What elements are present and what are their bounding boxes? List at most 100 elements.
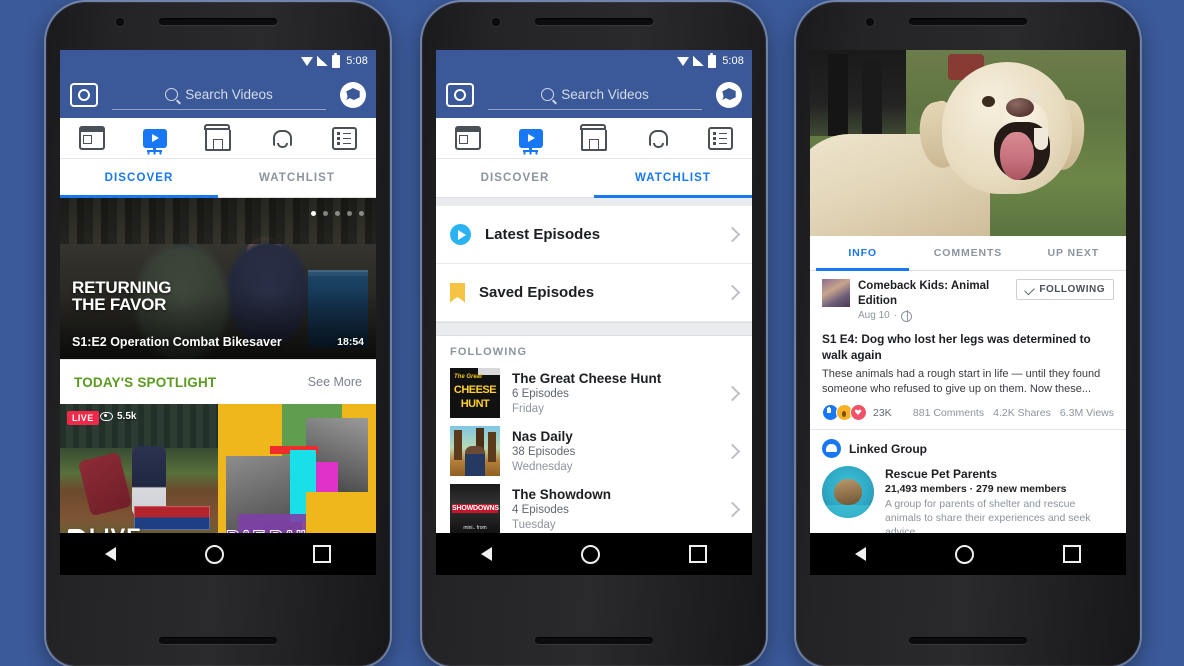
signal-icon — [317, 56, 329, 66]
front-camera-icon — [116, 18, 124, 26]
chevron-right-icon — [724, 385, 741, 401]
circle-home-icon[interactable] — [580, 544, 600, 564]
battery-icon — [332, 52, 341, 68]
comment-count[interactable]: 881 Comments — [913, 407, 984, 419]
square-recents-icon[interactable] — [1063, 545, 1082, 563]
triangle-back-icon[interactable] — [854, 547, 866, 561]
post-stat-group: 881 Comments 4.2K Shares 6.3M Views — [913, 407, 1114, 419]
viewer-count: 5.5k — [100, 411, 136, 422]
globe-icon — [901, 310, 913, 322]
show-art-bottom-text: HUNT — [460, 398, 490, 410]
facebook-header: Search Videos — [60, 72, 376, 118]
reaction-count: 23K — [873, 406, 892, 419]
row-latest-episodes[interactable]: Latest Episodes — [436, 206, 752, 264]
camera-icon[interactable] — [70, 83, 98, 107]
show-list-item[interactable]: Nas Daily 38 Episodes Wednesday — [436, 422, 752, 480]
bottom-speaker — [159, 637, 277, 644]
triangle-back-icon[interactable] — [480, 547, 492, 561]
nav-item-notifications[interactable] — [626, 118, 689, 158]
dog-nose — [1006, 98, 1034, 117]
hero-video-card[interactable]: RETURNING THE FAVOR S1:E2 Operation Comb… — [60, 198, 376, 359]
search-input[interactable]: Search Videos — [112, 81, 326, 110]
carousel-dot[interactable] — [311, 211, 316, 216]
group-name[interactable]: Rescue Pet Parents — [885, 466, 1114, 482]
tab-watchlist[interactable]: WATCHLIST — [594, 159, 752, 198]
show-episode-count: 6 Episodes — [512, 387, 569, 400]
phone-2-screen: 5:08 Search Videos DISCOVER WATCHLIST La… — [436, 50, 752, 575]
primary-nav-bar — [436, 118, 752, 159]
spotlight-header: TODAY'S SPOTLIGHT See More — [60, 359, 376, 404]
carousel-dot[interactable] — [359, 211, 364, 216]
chevron-right-icon — [724, 226, 741, 243]
phone-3-screen: INFO COMMENTS UP NEXT Comeback Kids: Ani… — [810, 50, 1126, 575]
page-avatar[interactable] — [822, 279, 850, 307]
bookmark-icon — [450, 282, 465, 303]
show-thumbnail: The Great CHEESE HUNT — [450, 368, 500, 418]
triangle-back-icon[interactable] — [104, 547, 116, 561]
dog-teeth — [1034, 128, 1048, 150]
tab-info[interactable]: INFO — [810, 236, 915, 271]
nav-item-menu[interactable] — [689, 118, 752, 158]
viewer-count-value: 5.5k — [117, 411, 137, 422]
carousel-dot[interactable] — [335, 211, 340, 216]
nav-item-menu[interactable] — [313, 118, 376, 158]
search-input[interactable]: Search Videos — [488, 81, 702, 110]
hero-title-line-2: THE FAVOR — [72, 295, 167, 314]
phone-3-tabs: INFO COMMENTS UP NEXT — [810, 236, 1126, 271]
camera-icon[interactable] — [446, 83, 474, 107]
nav-item-news-feed[interactable] — [60, 118, 123, 158]
circle-home-icon[interactable] — [204, 544, 224, 564]
nav-item-video[interactable] — [123, 118, 186, 158]
bottom-speaker — [535, 637, 653, 644]
messenger-icon[interactable] — [340, 82, 366, 108]
phone-2: 5:08 Search Videos DISCOVER WATCHLIST La… — [422, 0, 766, 666]
carousel-dot[interactable] — [323, 211, 328, 216]
android-nav-bar — [60, 533, 376, 575]
nav-item-video[interactable] — [499, 118, 562, 158]
nav-item-notifications[interactable] — [250, 118, 313, 158]
love-reaction-icon — [850, 404, 867, 421]
earpiece-speaker — [159, 18, 277, 25]
tab-discover[interactable]: DISCOVER — [436, 159, 594, 197]
messenger-icon[interactable] — [716, 82, 742, 108]
row-saved-episodes[interactable]: Saved Episodes — [436, 264, 752, 322]
nav-item-marketplace[interactable] — [186, 118, 249, 158]
group-meta: Rescue Pet Parents 21,493 members · 279 … — [885, 466, 1114, 539]
carousel-dot[interactable] — [347, 211, 352, 216]
row-latest-episodes-label: Latest Episodes — [485, 226, 601, 243]
tab-watchlist[interactable]: WATCHLIST — [218, 159, 376, 197]
tab-comments[interactable]: COMMENTS — [915, 236, 1020, 270]
phone-1-screen: 5:08 Search Videos DISCOVER WATCHLIST RE… — [60, 50, 376, 575]
page-name[interactable]: Comeback Kids: Animal Edition — [858, 279, 1008, 309]
meta-separator: · — [893, 310, 898, 321]
tab-discover[interactable]: DISCOVER — [60, 159, 218, 198]
see-more-link[interactable]: See More — [308, 375, 362, 389]
tab-up-next[interactable]: UP NEXT — [1021, 236, 1126, 270]
spotlight-card-live[interactable]: LIVE 5.5k LIVE — [60, 404, 218, 554]
status-bar: 5:08 — [436, 50, 752, 72]
hero-episode-subtitle: S1:E2 Operation Combat Bikesaver — [72, 335, 282, 349]
front-camera-icon — [492, 18, 500, 26]
reaction-icons[interactable] — [822, 404, 867, 421]
carousel-dots[interactable] — [311, 211, 364, 216]
post-meta: Aug 10 · — [858, 309, 1008, 323]
linked-group-card[interactable]: Rescue Pet Parents 21,493 members · 279 … — [822, 466, 1114, 539]
square-recents-icon[interactable] — [313, 545, 332, 563]
square-recents-icon[interactable] — [689, 545, 708, 563]
circle-home-icon[interactable] — [954, 544, 974, 564]
show-meta: The Great Cheese Hunt 6 Episodes Friday — [512, 370, 715, 417]
signal-icon — [693, 56, 705, 66]
nav-item-news-feed[interactable] — [436, 118, 499, 158]
show-thumbnail — [450, 426, 500, 476]
share-count[interactable]: 4.2K Shares — [993, 407, 1051, 419]
video-player[interactable] — [810, 50, 1126, 236]
show-list-item[interactable]: SHOWDOWNS mini.. from The Showdown 4 Epi… — [436, 480, 752, 538]
show-list-item[interactable]: The Great CHEESE HUNT The Great Cheese H… — [436, 364, 752, 422]
show-meta: The Showdown 4 Episodes Tuesday — [512, 486, 715, 533]
linked-group-section: Linked Group Rescue Pet Parents 21,493 m… — [810, 429, 1126, 549]
following-button[interactable]: FOLLOWING — [1016, 279, 1114, 300]
page-identity: Comeback Kids: Animal Edition Aug 10 · — [858, 279, 1008, 323]
spotlight-card-bae-bail[interactable]: BAE BAIL 7:28 — [218, 404, 376, 554]
nav-item-marketplace[interactable] — [562, 118, 625, 158]
hero-title-line-1: RETURNING — [72, 278, 172, 297]
